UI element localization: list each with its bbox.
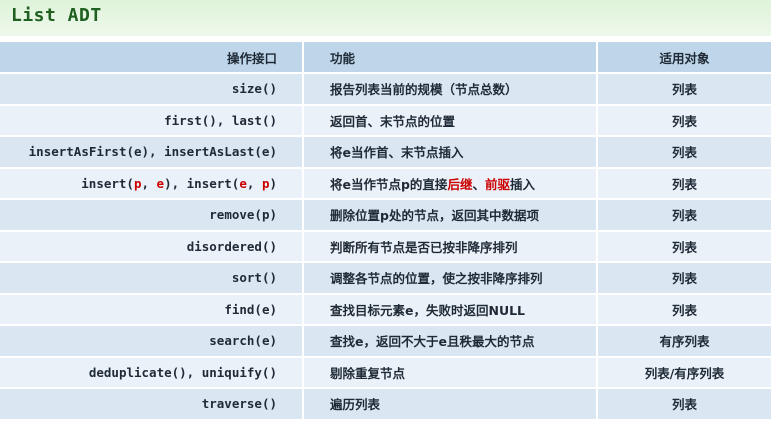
cell-operation: first(), last()	[0, 105, 304, 137]
cell-object: 列表	[598, 105, 771, 137]
cell-operation: search(e)	[0, 326, 304, 358]
cell-operation: remove(p)	[0, 200, 304, 232]
header-operation: 操作接口	[0, 42, 304, 74]
table-row: sort() 调整各节点的位置，使之按非降序排列 列表	[0, 263, 771, 295]
cell-function: 判断所有节点是否已按非降序排列	[304, 231, 598, 263]
cell-object: 列表	[598, 168, 771, 200]
table-row: remove(p) 删除位置p处的节点，返回其中数据项 列表	[0, 200, 771, 232]
table-row: insert(p, e), insert(e, p) 将e当作节点p的直接后继、…	[0, 168, 771, 200]
cell-function: 调整各节点的位置，使之按非降序排列	[304, 263, 598, 295]
cell-function: 将e当作首、末节点插入	[304, 137, 598, 169]
table-row: size() 报告列表当前的规模（节点总数） 列表	[0, 74, 771, 106]
op-text: ,	[246, 175, 262, 191]
cell-object: 列表/有序列表	[598, 357, 771, 389]
table-row: find(e) 查找目标元素e，失败时返回NULL 列表	[0, 294, 771, 326]
fn-text: 将e当作节点p的直接	[330, 176, 448, 192]
cell-object: 列表	[598, 263, 771, 295]
cell-operation: disordered()	[0, 231, 304, 263]
cell-object: 列表	[598, 200, 771, 232]
table-header-row: 操作接口 功能 适用对象	[0, 42, 771, 74]
cell-operation: traverse()	[0, 389, 304, 421]
op-param-highlight: e	[239, 175, 247, 191]
op-text: ), insert(	[164, 175, 240, 191]
table-row: insertAsFirst(e), insertAsLast(e) 将e当作首、…	[0, 137, 771, 169]
op-param-highlight: e	[156, 175, 165, 191]
title-band	[0, 0, 771, 36]
fn-highlight-predecessor: 前驱	[484, 176, 510, 192]
cell-object: 列表	[598, 137, 771, 169]
op-text: )	[269, 175, 277, 191]
list-adt-table: 操作接口 功能 适用对象 size() 报告列表当前的规模（节点总数） 列表 f…	[0, 42, 771, 421]
page-title: List ADT	[11, 5, 102, 26]
table-row: traverse() 遍历列表 列表	[0, 389, 771, 421]
cell-function: 将e当作节点p的直接后继、前驱插入	[304, 168, 598, 200]
fn-text: 插入	[509, 176, 535, 192]
cell-object: 列表	[598, 74, 771, 106]
op-text: ,	[141, 175, 157, 191]
cell-function: 删除位置p处的节点，返回其中数据项	[304, 200, 598, 232]
cell-operation: size()	[0, 74, 304, 106]
cell-operation: sort()	[0, 263, 304, 295]
cell-operation: deduplicate(), uniquify()	[0, 357, 304, 389]
op-text: insert(	[81, 175, 134, 191]
table-row: disordered() 判断所有节点是否已按非降序排列 列表	[0, 231, 771, 263]
cell-function: 剔除重复节点	[304, 357, 598, 389]
fn-highlight-successor: 后继	[447, 176, 473, 192]
cell-function: 遍历列表	[304, 389, 598, 421]
cell-function: 报告列表当前的规模（节点总数）	[304, 74, 598, 106]
cell-function: 返回首、末节点的位置	[304, 105, 598, 137]
cell-operation: insert(p, e), insert(e, p)	[0, 168, 304, 200]
fn-text: 、	[472, 176, 485, 192]
header-applicable-object: 适用对象	[598, 42, 771, 74]
header-function: 功能	[304, 42, 598, 74]
cell-object: 列表	[598, 294, 771, 326]
cell-object: 列表	[598, 231, 771, 263]
cell-operation: find(e)	[0, 294, 304, 326]
cell-function: 查找目标元素e，失败时返回NULL	[304, 294, 598, 326]
table-row: deduplicate(), uniquify() 剔除重复节点 列表/有序列表	[0, 357, 771, 389]
cell-operation: insertAsFirst(e), insertAsLast(e)	[0, 137, 304, 169]
cell-object: 有序列表	[598, 326, 771, 358]
table-row: search(e) 查找e，返回不大于e且秩最大的节点 有序列表	[0, 326, 771, 358]
table-row: first(), last() 返回首、末节点的位置 列表	[0, 105, 771, 137]
cell-function: 查找e，返回不大于e且秩最大的节点	[304, 326, 598, 358]
cell-object: 列表	[598, 389, 771, 421]
